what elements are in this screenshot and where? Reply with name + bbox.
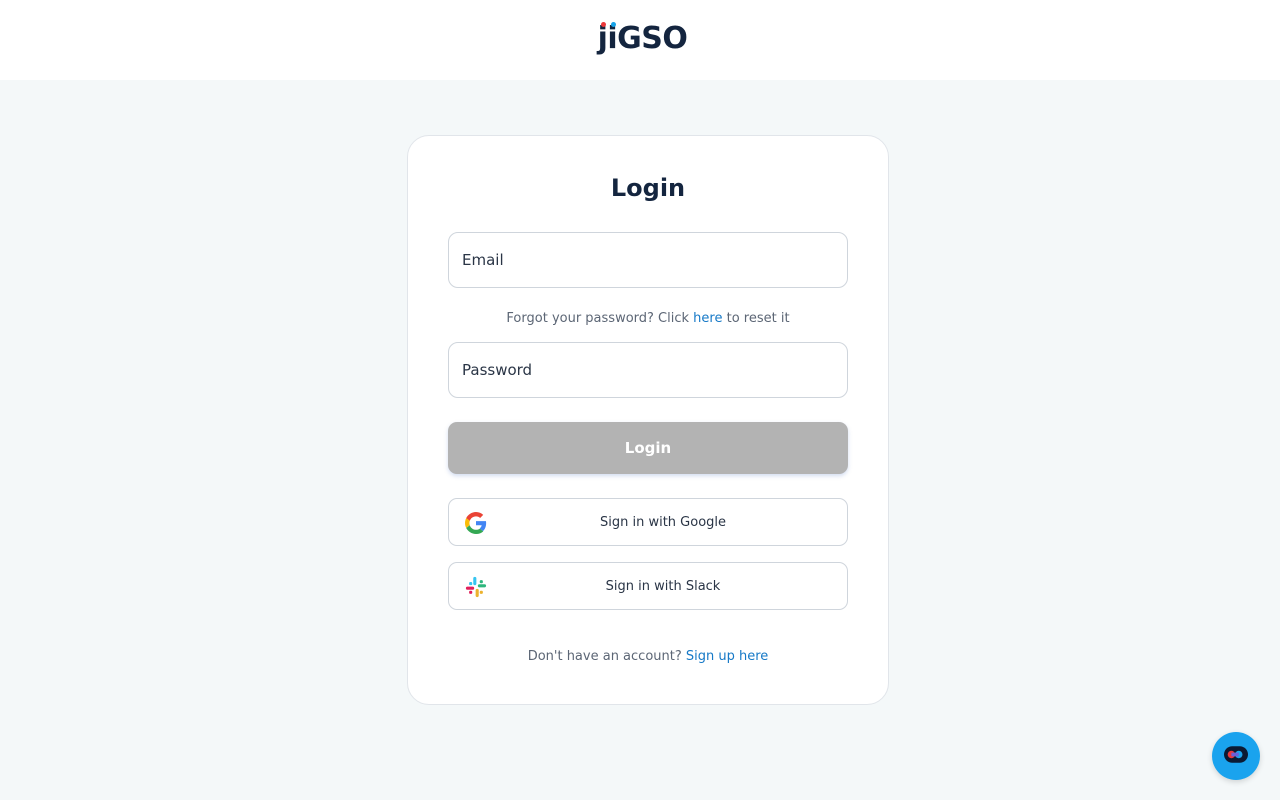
forgot-password-text: Forgot your password? Click here to rese… [408, 311, 888, 326]
forgot-suffix: to reset it [722, 311, 790, 326]
email-input[interactable] [462, 233, 847, 287]
email-field[interactable] [448, 232, 848, 288]
slack-signin-button[interactable]: Sign in with Slack [448, 562, 848, 610]
signup-text: Don't have an account? Sign up here [408, 649, 888, 664]
chat-widget-icon [1224, 745, 1248, 767]
google-icon [465, 512, 487, 534]
password-field[interactable] [448, 342, 848, 398]
forgot-prefix: Forgot your password? Click [506, 311, 694, 326]
signup-link[interactable]: Sign up here [686, 649, 768, 664]
google-signin-label: Sign in with Google [599, 514, 727, 530]
google-signin-button[interactable]: Sign in with Google [448, 498, 848, 546]
jigso-logo[interactable]: jiGSO [598, 22, 688, 54]
reset-password-link[interactable]: here [693, 311, 722, 326]
logo-dot-red [600, 22, 606, 27]
login-button[interactable]: Login [448, 422, 848, 474]
logo-dot-blue [610, 22, 616, 27]
login-card: Login Forgot your password? Click here t… [407, 135, 889, 705]
slack-icon [465, 576, 487, 598]
slack-signin-label: Sign in with Slack [605, 578, 721, 594]
signup-prefix: Don't have an account? [527, 649, 686, 664]
top-bar: jiGSO [0, 0, 1280, 80]
login-title: Login [610, 174, 686, 202]
password-input[interactable] [462, 343, 847, 397]
chat-widget-button[interactable] [1212, 732, 1260, 780]
